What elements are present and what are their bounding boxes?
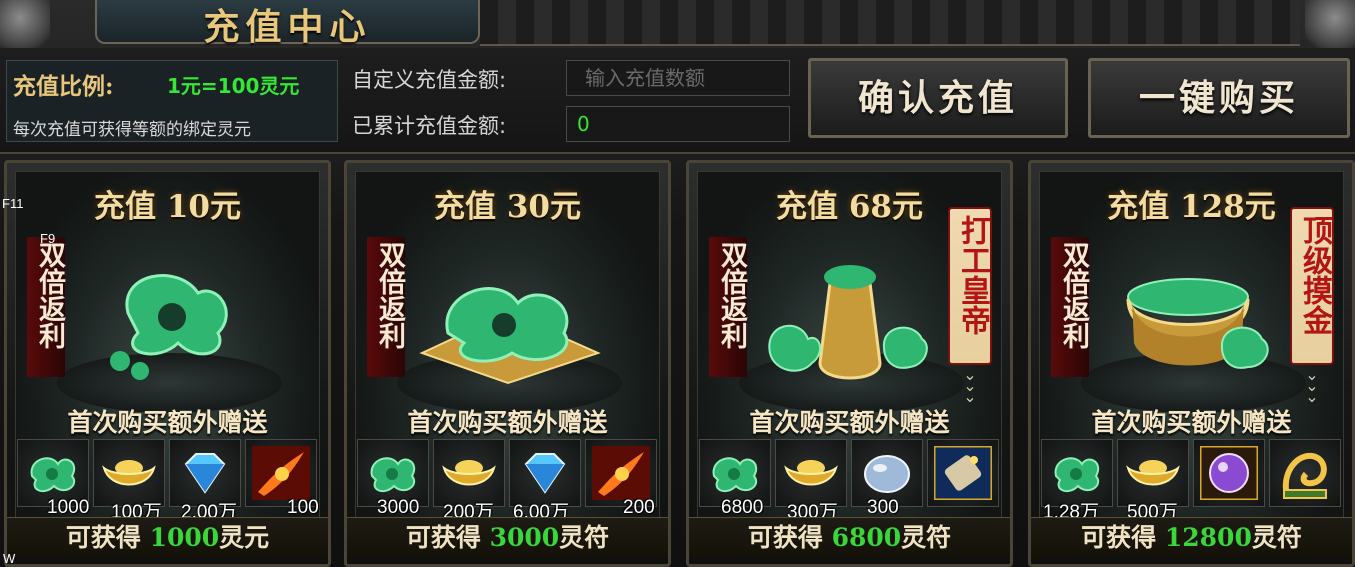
- bonus-items: [699, 439, 1006, 507]
- gain-unit: 灵符: [559, 523, 610, 552]
- title-ribbon: 打工皇帝 ⌄ ⌄ ⌄: [948, 207, 992, 405]
- total-amount-value: 0: [566, 106, 790, 142]
- bonus-label: 首次购买额外赠送: [407, 408, 608, 437]
- ribbon-text: 双倍返利: [1058, 241, 1089, 349]
- double-rebate-ribbon: 双倍返利: [367, 237, 405, 377]
- recharge-card-0[interactable]: 充值 10元 双倍返利 首次购买额外赠送 1000 100万 2.00万 100 可获得 10…: [4, 160, 331, 567]
- gain-prefix: 可获得: [405, 523, 481, 552]
- bonus-label: 首次购买额外赠送: [1091, 408, 1292, 437]
- bonus-label: 首次购买额外赠送: [749, 408, 950, 437]
- gain-unit: 灵符: [901, 523, 952, 552]
- ribbon-title-text: 打工皇帝: [955, 215, 990, 335]
- double-rebate-ribbon: 双倍返利: [1051, 237, 1089, 377]
- golden-dragon-icon[interactable]: [1269, 439, 1341, 507]
- one-click-buy-button[interactable]: 一键购买: [1088, 58, 1350, 138]
- item-quantity: 300: [867, 497, 899, 518]
- bonus-label: 首次购买额外赠送: [67, 408, 268, 437]
- title-ribbon: 顶级摸金 ⌄ ⌄ ⌄: [1290, 207, 1334, 405]
- item-quantity: 6800: [721, 497, 764, 518]
- gain-amount: 12800: [1164, 523, 1252, 552]
- gain-amount: 6800: [831, 523, 902, 552]
- top-ornament: [480, 0, 1300, 46]
- gain-bar: 可获得 6800灵符: [689, 517, 1010, 558]
- ribbon-text: 双倍返利: [374, 241, 405, 349]
- ratio-note: 每次充值可获得等额的绑定灵元: [13, 120, 251, 140]
- ratio-label: 充值比例:: [13, 73, 114, 100]
- ribbon-text: 双倍返利: [34, 241, 65, 349]
- gain-amount: 1000: [149, 523, 220, 552]
- hotkey-hint-f11: F11: [2, 196, 24, 211]
- hotkey-hint-w: W: [3, 551, 16, 566]
- confirm-recharge-button[interactable]: 确认充值: [808, 58, 1068, 138]
- gain-bar: 可获得 12800灵符: [1031, 517, 1352, 558]
- double-rebate-ribbon: 双倍返利: [27, 237, 65, 377]
- title-tab: 充值中心: [95, 0, 480, 48]
- ribbon-title-text: 顶级摸金: [1297, 215, 1332, 335]
- chevron-down-icon: ⌄ ⌄ ⌄: [1305, 365, 1319, 406]
- chevron-down-icon: ⌄ ⌄ ⌄: [963, 365, 977, 406]
- bonus-items: [357, 439, 664, 507]
- double-rebate-ribbon: 双倍返利: [709, 237, 747, 377]
- gain-prefix: 可获得: [747, 523, 823, 552]
- gain-bar: 可获得 3000灵符: [347, 517, 668, 558]
- gain-prefix: 可获得: [65, 523, 141, 552]
- ratio-value: 1元=100灵元: [167, 74, 300, 98]
- item-quantity: 100: [287, 497, 319, 518]
- card-title: 充值 10元: [94, 189, 241, 225]
- ratio-box: 充值比例: 1元=100灵元 每次充值可获得等额的绑定灵元: [6, 60, 338, 142]
- bonus-items: [17, 439, 324, 507]
- blue-scroll-icon[interactable]: [927, 439, 999, 507]
- ribbon-text: 双倍返利: [716, 241, 747, 349]
- gain-unit: 灵元: [219, 523, 270, 552]
- total-amount-label: 已累计充值金额:: [352, 114, 507, 138]
- gain-bar: 可获得 1000灵元: [7, 517, 328, 558]
- item-quantity: 3000: [377, 497, 420, 518]
- custom-amount-label: 自定义充值金额:: [352, 68, 507, 92]
- bonus-items: [1041, 439, 1348, 507]
- recharge-card-2[interactable]: 充值 68元 双倍返利 打工皇帝 ⌄ ⌄ ⌄ 首次购买额外赠送 6800 300万 300 可获得 …: [686, 160, 1013, 567]
- item-quantity: 200: [623, 497, 655, 518]
- recharge-card-3[interactable]: 充值 128元 双倍返利 顶级摸金 ⌄ ⌄ ⌄ 首次购买额外赠送 1.28万 500万 可获得 1…: [1028, 160, 1355, 567]
- recharge-card-1[interactable]: 充值 30元 双倍返利 首次购买额外赠送 3000 200万 6.00万 200 可获得 30…: [344, 160, 671, 567]
- custom-amount-input[interactable]: 输入充值数额: [566, 60, 790, 96]
- item-quantity: 1000: [47, 497, 90, 518]
- purple-orb-icon[interactable]: [1193, 439, 1265, 507]
- gain-unit: 灵符: [1251, 523, 1302, 552]
- window-title: 充值中心: [203, 6, 372, 48]
- gain-amount: 3000: [489, 523, 560, 552]
- gain-prefix: 可获得: [1081, 523, 1157, 552]
- hotkey-hint-f9: F9: [40, 231, 56, 246]
- card-title: 充值 30元: [434, 189, 581, 225]
